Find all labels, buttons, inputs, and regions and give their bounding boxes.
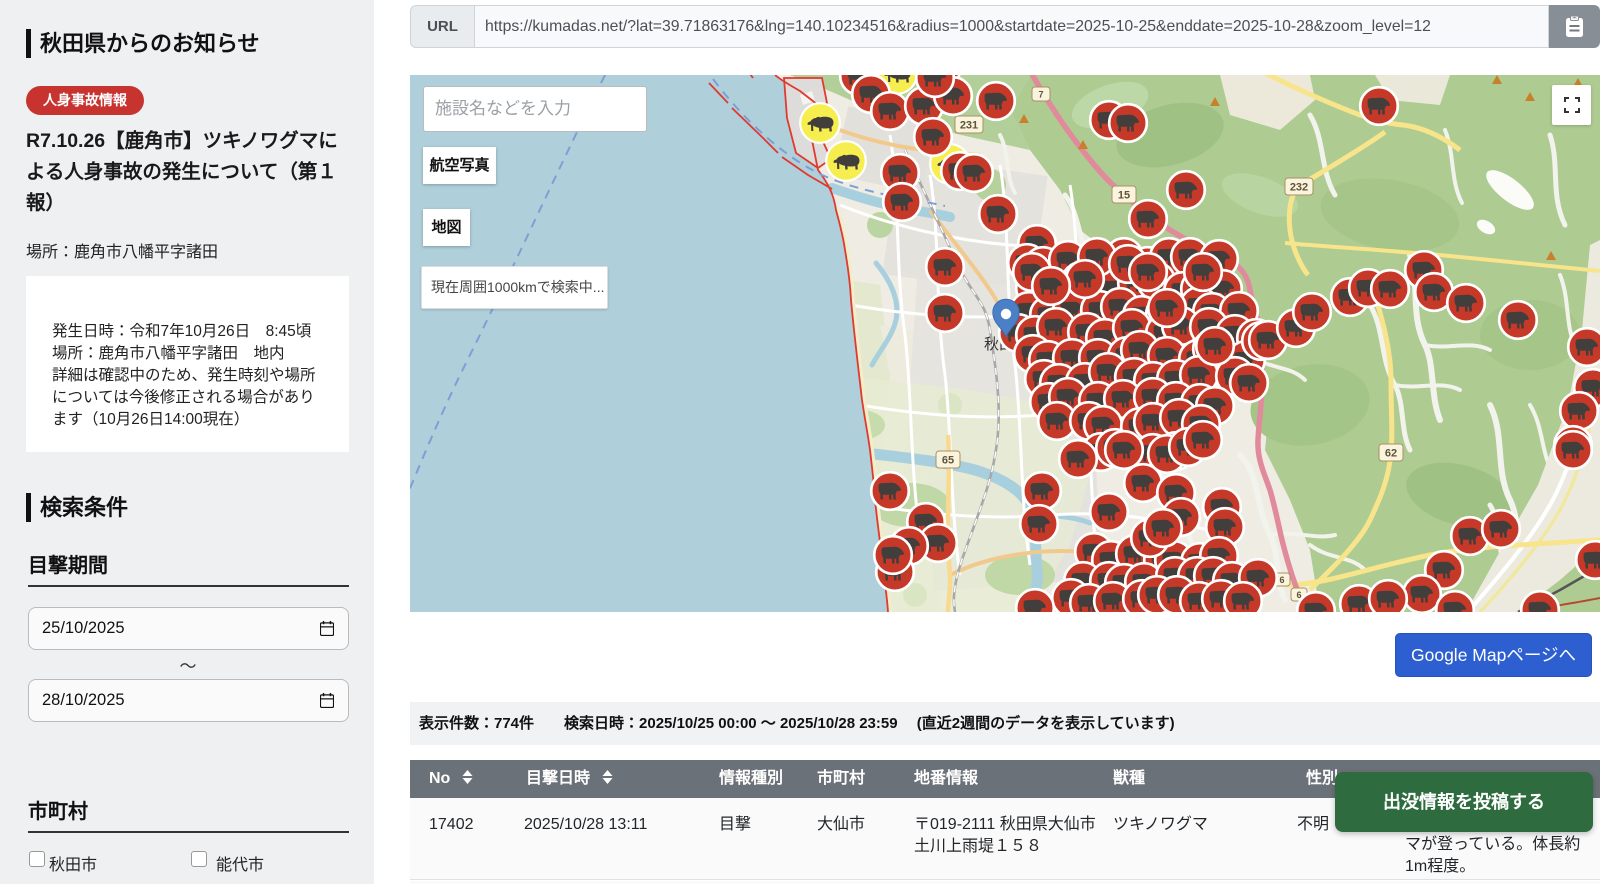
svg-text:15: 15 (1118, 190, 1130, 202)
svg-text:231: 231 (960, 120, 978, 132)
svg-text:7: 7 (1038, 90, 1043, 100)
svg-text:6: 6 (1279, 575, 1284, 585)
svg-text:62: 62 (1385, 448, 1397, 460)
svg-text:65: 65 (942, 455, 954, 467)
svg-text:232: 232 (1290, 182, 1308, 194)
